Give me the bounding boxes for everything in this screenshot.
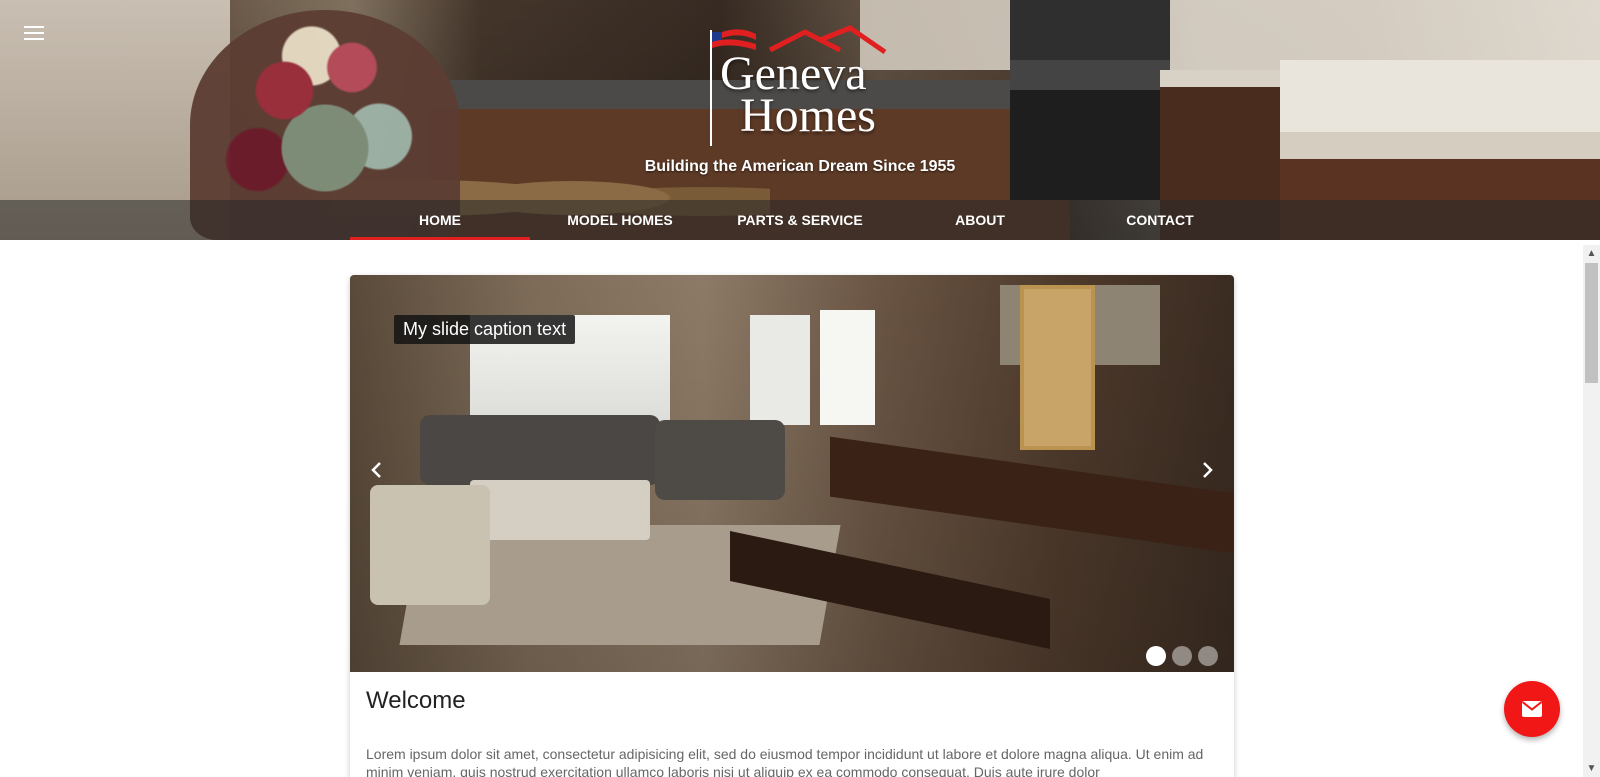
header-hero: Geneva Homes Building the American Dream… [0,0,1600,240]
nav-item-model-homes[interactable]: MODEL HOMES [530,200,710,240]
content-card: My slide caption text Welcome Lorem ipsu… [350,275,1234,777]
card-body: Welcome Lorem ipsum dolor sit amet, cons… [366,687,1216,777]
carousel-dot-2[interactable] [1172,646,1192,666]
welcome-heading: Welcome [366,687,466,714]
main-navbar: HOME MODEL HOMES PARTS & SERVICE ABOUT C… [0,200,1600,240]
image-carousel: My slide caption text [350,275,1234,672]
hamburger-menu-icon[interactable] [24,22,48,42]
carousel-dot-3[interactable] [1198,646,1218,666]
scroll-thumb[interactable] [1585,263,1598,383]
contact-fab-button[interactable] [1504,681,1560,737]
carousel-dot-1[interactable] [1146,646,1166,666]
chevron-right-icon[interactable] [1192,455,1222,485]
scroll-up-icon[interactable]: ▲ [1583,245,1600,262]
page-scrollbar[interactable]: ▲ ▼ [1583,245,1600,777]
nav-items: HOME MODEL HOMES PARTS & SERVICE ABOUT C… [350,200,1250,240]
nav-item-about[interactable]: ABOUT [890,200,1070,240]
nav-item-parts-service[interactable]: PARTS & SERVICE [710,200,890,240]
tagline: Building the American Dream Since 1955 [644,158,956,175]
site-logo[interactable]: Geneva Homes [700,22,900,146]
scroll-down-icon[interactable]: ▼ [1583,760,1600,777]
carousel-indicators [1146,646,1218,666]
chevron-left-icon[interactable] [362,455,392,485]
welcome-paragraph: Lorem ipsum dolor sit amet, consectetur … [366,746,1204,777]
slide-caption: My slide caption text [394,315,576,344]
logo-word-homes: Homes [740,89,876,142]
mail-icon [1521,701,1543,717]
nav-item-contact[interactable]: CONTACT [1070,200,1250,240]
nav-item-home[interactable]: HOME [350,200,530,240]
